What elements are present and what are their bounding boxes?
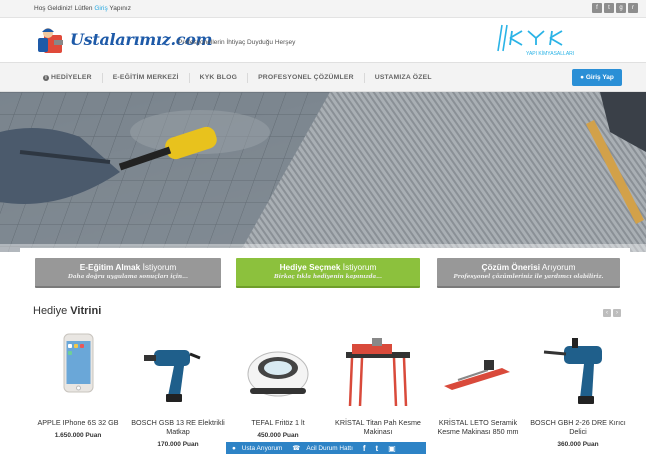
- cta-panel: E-Eğitim Almak İstiyorum Daha doğru uygu…: [20, 248, 630, 294]
- product-price: 1.650.000 Puan: [54, 432, 102, 439]
- twitter-icon[interactable]: t: [376, 444, 379, 453]
- nav-label: HEDİYELER: [51, 74, 92, 81]
- cta-title: E-Eğitim Almak İstiyorum: [79, 262, 177, 272]
- login-button[interactable]: ● Giriş Yap: [572, 69, 622, 86]
- top-bar: Hoş Geldiniz! Lütfen Giriş Yapınız f t g…: [0, 0, 646, 18]
- facebook-icon[interactable]: f: [592, 3, 602, 13]
- product-name: BOSCH GBH 2-26 DRE Kırıcı Delici: [530, 418, 626, 436]
- phone-icon: ☎: [292, 445, 301, 452]
- login-link[interactable]: Giriş: [94, 5, 107, 12]
- welcome-text: Hoş Geldiniz! Lütfen: [34, 5, 95, 12]
- bottom-contact-bar: ● Usta Arıyorum ☎ Acil Durum Hattı f t ▣: [226, 442, 426, 454]
- google-plus-icon[interactable]: g: [616, 3, 626, 13]
- product-card[interactable]: APPLE IPhone 6S 32 GB 1.650.000 Puan: [28, 330, 128, 454]
- product-card[interactable]: BOSCH GSB 13 RE Elektrikli Matkap 170.00…: [128, 330, 228, 454]
- info-icon: i: [43, 75, 49, 81]
- user-icon: ●: [232, 444, 236, 452]
- nav-item-hediyeler[interactable]: i HEDİYELER: [33, 73, 103, 83]
- usta-ariyorum-link[interactable]: Usta Arıyorum: [242, 445, 282, 452]
- product-card[interactable]: KRİSTAL LETO Seramik Kesme Makinası 850 …: [428, 330, 528, 454]
- ceramic-cutter-image: [444, 360, 510, 390]
- kyk-partner-logo[interactable]: YAPI KİMYASALLARI: [496, 21, 592, 59]
- rotary-hammer-image: [543, 338, 602, 404]
- chevron-left-icon[interactable]: ‹: [603, 309, 611, 317]
- welcome-text-end: Yapınız: [107, 5, 131, 12]
- product-name: BOSCH GSB 13 RE Elektrikli Matkap: [131, 418, 225, 436]
- hediye-secmek-cta-button[interactable]: Hediye Seçmek İstiyorum Birkaç tıkla hed…: [236, 258, 420, 288]
- chevron-right-icon[interactable]: ›: [613, 309, 621, 317]
- cta-title: Hediye Seçmek İstiyorum: [279, 262, 377, 272]
- product-price: 360.000 Puan: [557, 441, 599, 448]
- e-egitim-cta-button[interactable]: E-Eğitim Almak İstiyorum Daha doğru uygu…: [35, 258, 221, 288]
- product-name: KRİSTAL LETO Seramik Kesme Makinası 850 …: [437, 418, 519, 436]
- product-carousel: APPLE IPhone 6S 32 GB 1.650.000 Puan BOS…: [28, 330, 628, 454]
- product-name: TEFAL Fritöz 1 lt: [251, 418, 305, 427]
- drill-image: [144, 350, 201, 402]
- craftsman-logo-icon[interactable]: [34, 24, 66, 56]
- site-tagline: Profesyonellerin İhtiyaç Duyduğu Herşey: [178, 39, 296, 46]
- nav-item-profesyonel-cozumler[interactable]: PROFESYONEL ÇÖZÜMLER: [248, 73, 365, 83]
- product-price: 170.000 Puan: [157, 441, 199, 448]
- nav-item-e-egitim[interactable]: E-EĞİTİM MERKEZİ: [103, 73, 190, 83]
- welcome-message: Hoş Geldiniz! Lütfen Giriş Yapınız: [34, 5, 131, 12]
- site-header: Ustalarımız.com Profesyonellerin İhtiyaç…: [0, 18, 646, 62]
- facebook-icon[interactable]: f: [363, 444, 366, 453]
- login-button-label: Giriş Yap: [585, 74, 614, 81]
- cozum-onerisi-cta-button[interactable]: Çözüm Önerisi Arıyorum Profesyonel çözüm…: [437, 258, 620, 288]
- cta-title: Çözüm Önerisi Arıyorum: [481, 262, 576, 272]
- showcase-title: Hediye Vitrini: [33, 305, 102, 317]
- kyk-subtitle: YAPI KİMYASALLARI: [526, 50, 574, 57]
- social-links: f t g r: [592, 3, 638, 13]
- hero-banner-image: [0, 92, 646, 252]
- fryer-image: [247, 351, 309, 397]
- product-name: APPLE IPhone 6S 32 GB: [37, 418, 119, 427]
- cta-subtitle: Birkaç tıkla hediyenin kapınızda...: [274, 274, 382, 280]
- nav-item-kyk-blog[interactable]: KYK BLOG: [190, 73, 249, 83]
- cta-subtitle: Daha doğru uygulama sonuçları için...: [68, 274, 188, 280]
- product-price: 450.000 Puan: [257, 432, 299, 439]
- main-navigation: i HEDİYELER E-EĞİTİM MERKEZİ KYK BLOG PRO…: [0, 62, 646, 92]
- cta-subtitle: Profesyonel çözümleriniz ile yardımcı ol…: [453, 274, 604, 280]
- product-card[interactable]: TEFAL Fritöz 1 lt 450.000 Puan: [228, 330, 328, 454]
- showcase-arrows: ‹ ›: [603, 309, 621, 317]
- product-card[interactable]: BOSCH GBH 2-26 DRE Kırıcı Delici 360.000…: [528, 330, 628, 454]
- product-name: KRİSTAL Titan Pah Kesme Makinası: [335, 418, 421, 436]
- acil-durum-link[interactable]: Acil Durum Hattı: [306, 445, 353, 452]
- tile-cutter-image: [346, 338, 410, 407]
- instagram-icon[interactable]: ▣: [388, 444, 396, 453]
- nav-item-ustamiza-ozel[interactable]: USTAMIZA ÖZEL: [365, 73, 442, 83]
- twitter-icon[interactable]: t: [604, 3, 614, 13]
- product-card[interactable]: KRİSTAL Titan Pah Kesme Makinası: [328, 330, 428, 454]
- iphone-image: [63, 333, 94, 393]
- rss-icon[interactable]: r: [628, 3, 638, 13]
